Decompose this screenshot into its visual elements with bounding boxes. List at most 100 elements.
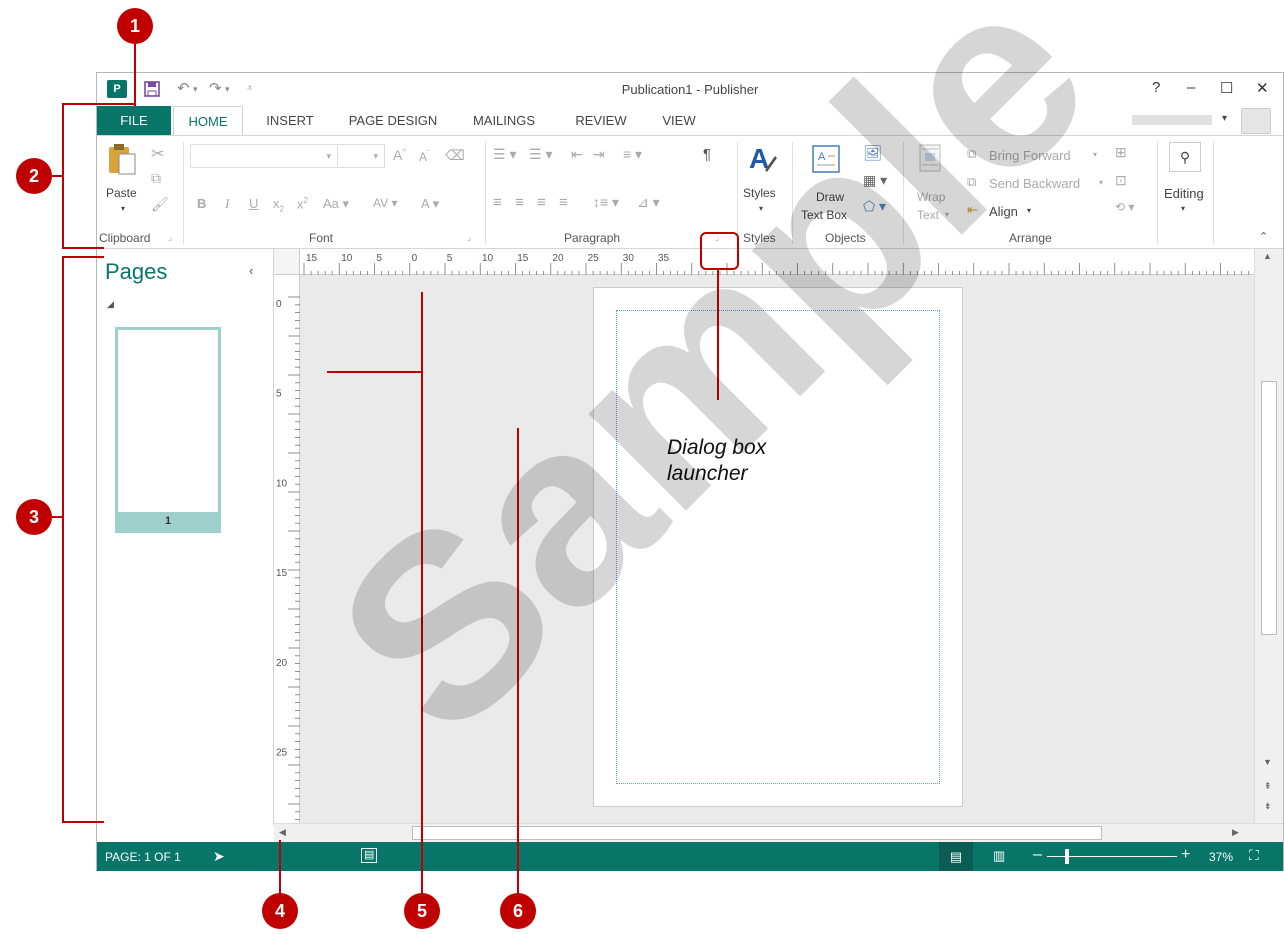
vertical-scrollbar[interactable]: ▲ ▼ ⇞ ⇟ — [1254, 249, 1283, 825]
font-size-dropdown[interactable]: ▾ — [337, 144, 385, 168]
font-color-icon[interactable]: A ▾ — [421, 196, 439, 212]
zoom-in-icon[interactable]: + — [1181, 846, 1190, 864]
scroll-up-icon[interactable]: ▲ — [1263, 251, 1272, 261]
wrap-text-line2[interactable]: Text — [917, 208, 939, 222]
tab-file[interactable]: FILE — [97, 106, 171, 135]
tab-mailings[interactable]: MAILINGS — [459, 106, 549, 135]
maximize-button[interactable]: ☐ — [1220, 79, 1233, 97]
change-case-icon[interactable]: Aa ▾ — [323, 196, 349, 212]
editing-dropdown-icon[interactable]: ▾ — [1181, 204, 1185, 213]
horizontal-ruler[interactable]: 15 10 5 0 5 10 15 20 25 30 35 — [274, 249, 1254, 275]
format-painter-icon[interactable]: 🖌 — [151, 196, 169, 213]
zoom-level[interactable]: 37% — [1209, 850, 1233, 864]
vertical-scroll-thumb[interactable] — [1261, 381, 1277, 635]
align-center-icon[interactable]: ≡ — [515, 194, 524, 211]
tab-view[interactable]: VIEW — [649, 106, 709, 135]
superscript-icon[interactable]: x2 — [297, 196, 308, 211]
clear-formatting-icon[interactable]: ⌫ — [445, 147, 465, 164]
numbering-icon[interactable]: ☰ ▾ — [529, 146, 552, 163]
group-icon[interactable]: ⊞ — [1115, 144, 1127, 161]
styles-icon[interactable]: A — [747, 142, 777, 176]
bring-forward-button[interactable]: Bring Forward — [989, 148, 1071, 163]
align-button[interactable]: Align — [989, 204, 1018, 219]
align-left-icon[interactable]: ≡ — [493, 194, 502, 211]
scroll-down-icon[interactable]: ▼ — [1263, 757, 1272, 767]
italic-icon[interactable]: I — [225, 196, 229, 212]
increase-indent-icon[interactable]: ⇥ — [593, 146, 605, 163]
bring-forward-icon[interactable]: ⧉ — [967, 146, 976, 162]
cut-icon[interactable]: ✂ — [151, 144, 164, 164]
help-button[interactable]: ? — [1152, 79, 1160, 96]
fit-page-icon[interactable]: ⛶ — [1249, 847, 1259, 864]
paste-dropdown-icon[interactable]: ▾ — [121, 204, 125, 213]
editing-button[interactable]: Editing — [1164, 186, 1204, 201]
tab-page-design[interactable]: PAGE DESIGN — [337, 106, 449, 135]
align-dropdown-icon[interactable]: ▾ — [1027, 206, 1031, 215]
rotate-icon[interactable]: ⟲ ▾ — [1115, 200, 1134, 214]
previous-page-icon[interactable]: ⇞ — [1264, 781, 1272, 792]
align-right-icon[interactable]: ≡ — [537, 194, 546, 211]
insert-picture-icon[interactable]: 🖼 — [863, 144, 882, 162]
bring-forward-dropdown-icon[interactable]: ▾ — [1093, 150, 1097, 159]
underline-icon[interactable]: U — [249, 196, 258, 211]
send-backward-dropdown-icon[interactable]: ▾ — [1099, 178, 1103, 187]
horizontal-scrollbar[interactable]: ◀ ▶ — [274, 823, 1283, 842]
columns-icon[interactable]: ≡ ▾ — [623, 146, 642, 163]
ungroup-icon[interactable]: ⊡ — [1115, 172, 1127, 189]
styles-dropdown-icon[interactable]: ▾ — [759, 204, 763, 213]
wrap-text-icon[interactable] — [919, 144, 941, 172]
account-dropdown-icon[interactable]: ▾ — [1222, 113, 1227, 124]
paste-button[interactable]: Paste — [106, 186, 137, 200]
tab-review[interactable]: REVIEW — [561, 106, 641, 135]
zoom-slider-thumb[interactable] — [1065, 849, 1069, 864]
bullets-icon[interactable]: ☰ ▾ — [493, 146, 516, 163]
character-spacing-icon[interactable]: AV ▾ — [373, 196, 397, 210]
wrap-text-dropdown-icon[interactable]: ▾ — [945, 210, 949, 219]
copy-icon[interactable]: ⧉ — [151, 170, 161, 187]
grow-font-icon[interactable]: A^ — [393, 147, 406, 163]
scroll-left-icon[interactable]: ◀ — [279, 827, 286, 838]
two-page-spread-icon[interactable]: ▥ — [993, 848, 1005, 864]
horizontal-scroll-thumb[interactable] — [412, 826, 1102, 840]
single-page-view-button[interactable]: ▤ — [939, 842, 973, 871]
bold-icon[interactable]: B — [197, 196, 206, 211]
send-backward-icon[interactable]: ⧉ — [967, 174, 976, 190]
avatar[interactable] — [1241, 108, 1271, 134]
account-name-blurred[interactable] — [1132, 115, 1212, 125]
vertical-ruler[interactable]: 0 5 10 15 20 25 — [274, 275, 300, 823]
draw-text-box-line2[interactable]: Text Box — [801, 208, 847, 222]
wrap-text-line1[interactable]: Wrap — [917, 190, 945, 204]
tab-home[interactable]: HOME — [173, 106, 243, 135]
shrink-font-icon[interactable]: Aˇ — [419, 149, 430, 164]
tab-insert[interactable]: INSERT — [249, 106, 331, 135]
styles-button[interactable]: Styles — [743, 186, 776, 200]
insert-table-icon[interactable]: ▦ ▾ — [863, 172, 887, 189]
workspace-canvas[interactable] — [300, 275, 1254, 823]
clipboard-dialog-launcher-icon[interactable]: ⌟ — [168, 232, 172, 243]
shapes-icon[interactable]: ⬠ ▾ — [863, 198, 886, 215]
collapse-pane-icon[interactable]: ‹ — [249, 263, 253, 278]
justify-icon[interactable]: ≡ — [559, 194, 568, 211]
font-dialog-launcher-icon[interactable]: ⌟ — [467, 232, 471, 243]
send-backward-button[interactable]: Send Backward — [989, 176, 1080, 191]
line-spacing-icon[interactable]: ↕≡ ▾ — [593, 194, 619, 211]
page-number-status[interactable]: PAGE: 1 OF 1 — [105, 850, 181, 864]
subscript-icon[interactable]: x2 — [273, 196, 284, 214]
scroll-right-icon[interactable]: ▶ — [1232, 827, 1239, 838]
draw-text-box-icon[interactable]: A — [811, 144, 841, 174]
page-thumbnail[interactable]: 1 — [115, 327, 221, 533]
font-name-dropdown[interactable]: ▾ — [190, 144, 338, 168]
decrease-indent-icon[interactable]: ⇤ — [571, 146, 583, 163]
align-icon[interactable]: ⇤ — [967, 202, 978, 218]
paste-icon[interactable] — [107, 142, 137, 176]
publication-page[interactable] — [593, 287, 963, 807]
close-button[interactable]: ✕ — [1256, 79, 1269, 97]
paragraph-shading-icon[interactable]: ⊿ ▾ — [637, 194, 660, 211]
zoom-out-icon[interactable]: – — [1033, 846, 1042, 864]
next-page-icon[interactable]: ⇟ — [1264, 801, 1272, 812]
collapse-ribbon-icon[interactable]: ⌃ — [1259, 230, 1268, 243]
show-formatting-icon[interactable]: ¶ — [703, 146, 711, 163]
draw-text-box-line1[interactable]: Draw — [816, 190, 844, 204]
macro-recording-icon[interactable]: ▤ — [361, 848, 378, 863]
minimize-button[interactable]: – — [1187, 79, 1195, 96]
